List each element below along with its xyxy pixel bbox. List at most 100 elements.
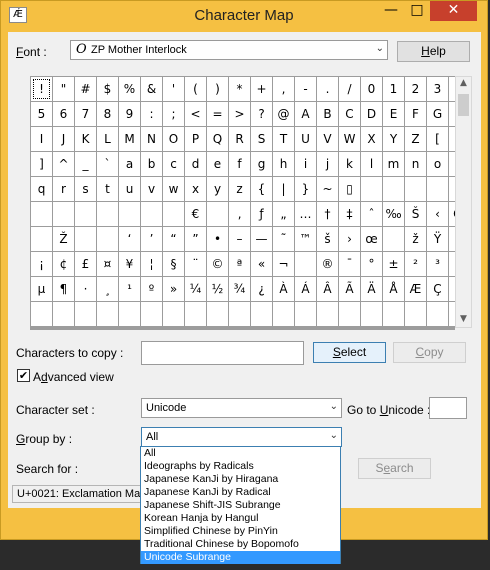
char-cell[interactable]: ! (31, 77, 52, 101)
char-cell[interactable] (141, 202, 162, 226)
char-cell[interactable] (295, 252, 316, 276)
char-cell[interactable]: ' (163, 77, 184, 101)
char-cell[interactable]: E (383, 102, 404, 126)
char-cell[interactable]: ƒ (251, 202, 272, 226)
char-cell[interactable]: } (295, 177, 316, 201)
char-cell[interactable]: ¼ (185, 277, 206, 301)
char-cell[interactable]: 0 (361, 77, 382, 101)
char-cell[interactable]: ’ (141, 227, 162, 251)
char-cell[interactable]: ▯ (339, 177, 360, 201)
char-cell[interactable]: m (383, 152, 404, 176)
char-cell[interactable]: S (251, 127, 272, 151)
char-cell[interactable]: G (427, 102, 448, 126)
char-cell[interactable]: * (229, 77, 250, 101)
char-cell[interactable]: ‘ (119, 227, 140, 251)
char-cell[interactable]: y (207, 177, 228, 201)
char-cell[interactable] (427, 177, 448, 201)
char-cell[interactable]: k (339, 152, 360, 176)
char-cell[interactable] (119, 202, 140, 226)
char-cell[interactable] (383, 302, 404, 326)
char-cell[interactable]: ( (185, 77, 206, 101)
char-cell[interactable]: ¾ (229, 277, 250, 301)
char-cell[interactable]: ¥ (119, 252, 140, 276)
char-cell[interactable]: š (317, 227, 338, 251)
char-cell[interactable]: ¯ (339, 252, 360, 276)
char-cell[interactable]: ` (97, 152, 118, 176)
title-bar[interactable]: Ǽ Character Map — □ ✕ (1, 1, 487, 31)
char-cell[interactable]: x (185, 177, 206, 201)
char-cell[interactable]: W (339, 127, 360, 151)
go-to-unicode-input[interactable] (429, 397, 467, 419)
char-cell[interactable] (31, 202, 52, 226)
group-by-option[interactable]: Japanese Shift-JIS Subrange (141, 499, 340, 512)
char-cell[interactable] (31, 227, 52, 251)
char-cell[interactable]: ] (31, 152, 52, 176)
char-cell[interactable]: O (163, 127, 184, 151)
char-cell[interactable]: d (185, 152, 206, 176)
char-cell[interactable]: = (207, 102, 228, 126)
char-cell[interactable]: j (317, 152, 338, 176)
char-cell[interactable]: — (251, 227, 272, 251)
char-cell[interactable] (75, 202, 96, 226)
char-cell[interactable]: Ç (427, 277, 448, 301)
char-cell[interactable]: ± (383, 252, 404, 276)
char-cell[interactable]: ² (405, 252, 426, 276)
char-cell[interactable]: Â (317, 277, 338, 301)
char-cell[interactable]: ) (207, 77, 228, 101)
char-cell[interactable]: ” (185, 227, 206, 251)
char-cell[interactable] (207, 302, 228, 326)
char-cell[interactable]: t (97, 177, 118, 201)
char-cell[interactable]: U (295, 127, 316, 151)
char-cell[interactable]: : (141, 102, 162, 126)
char-cell[interactable]: ³ (427, 252, 448, 276)
scrollbar-thumb[interactable] (458, 94, 469, 116)
char-cell[interactable]: † (317, 202, 338, 226)
char-cell[interactable]: ¢ (53, 252, 74, 276)
char-cell[interactable]: ¿ (251, 277, 272, 301)
char-cell[interactable]: Ÿ (427, 227, 448, 251)
char-cell[interactable]: h (273, 152, 294, 176)
char-cell[interactable]: Æ (405, 277, 426, 301)
char-cell[interactable]: ½ (207, 277, 228, 301)
char-cell[interactable]: g (251, 152, 272, 176)
char-cell[interactable]: o (427, 152, 448, 176)
char-cell[interactable]: v (141, 177, 162, 201)
char-cell[interactable] (427, 302, 448, 326)
char-cell[interactable]: F (405, 102, 426, 126)
group-by-option[interactable]: Unicode Subrange (141, 551, 340, 564)
character-set-select[interactable]: Unicode ⌄ (141, 398, 342, 418)
char-cell[interactable]: 8 (97, 102, 118, 126)
char-cell[interactable]: - (295, 77, 316, 101)
char-cell[interactable] (75, 302, 96, 326)
char-cell[interactable]: M (119, 127, 140, 151)
char-cell[interactable] (53, 202, 74, 226)
char-cell[interactable]: 1 (383, 77, 404, 101)
char-cell[interactable]: Š (405, 202, 426, 226)
char-cell[interactable]: K (75, 127, 96, 151)
char-cell[interactable] (97, 202, 118, 226)
character-grid[interactable]: !"#$%&'()*+,-./0123456789:;<=>?@ABCDEFGH… (30, 76, 470, 330)
char-cell[interactable] (339, 302, 360, 326)
char-cell[interactable] (185, 302, 206, 326)
char-cell[interactable]: # (75, 77, 96, 101)
group-by-option[interactable]: All (141, 447, 340, 460)
group-by-option[interactable]: Korean Hanja by Hangul (141, 512, 340, 525)
char-cell[interactable] (251, 302, 272, 326)
char-cell[interactable]: 9 (119, 102, 140, 126)
char-cell[interactable]: © (207, 252, 228, 276)
char-cell[interactable]: § (163, 252, 184, 276)
minimize-button[interactable]: — (378, 1, 404, 21)
char-cell[interactable]: ‹ (427, 202, 448, 226)
char-cell[interactable] (405, 302, 426, 326)
char-cell[interactable]: b (141, 152, 162, 176)
char-cell[interactable]: ˆ (361, 202, 382, 226)
char-cell[interactable] (163, 202, 184, 226)
char-cell[interactable] (53, 302, 74, 326)
search-button[interactable]: Search (358, 458, 431, 479)
char-cell[interactable]: n (405, 152, 426, 176)
char-cell[interactable]: ¸ (97, 277, 118, 301)
char-cell[interactable]: f (229, 152, 250, 176)
char-cell[interactable]: _ (75, 152, 96, 176)
char-cell[interactable] (295, 302, 316, 326)
char-cell[interactable]: i (295, 152, 316, 176)
